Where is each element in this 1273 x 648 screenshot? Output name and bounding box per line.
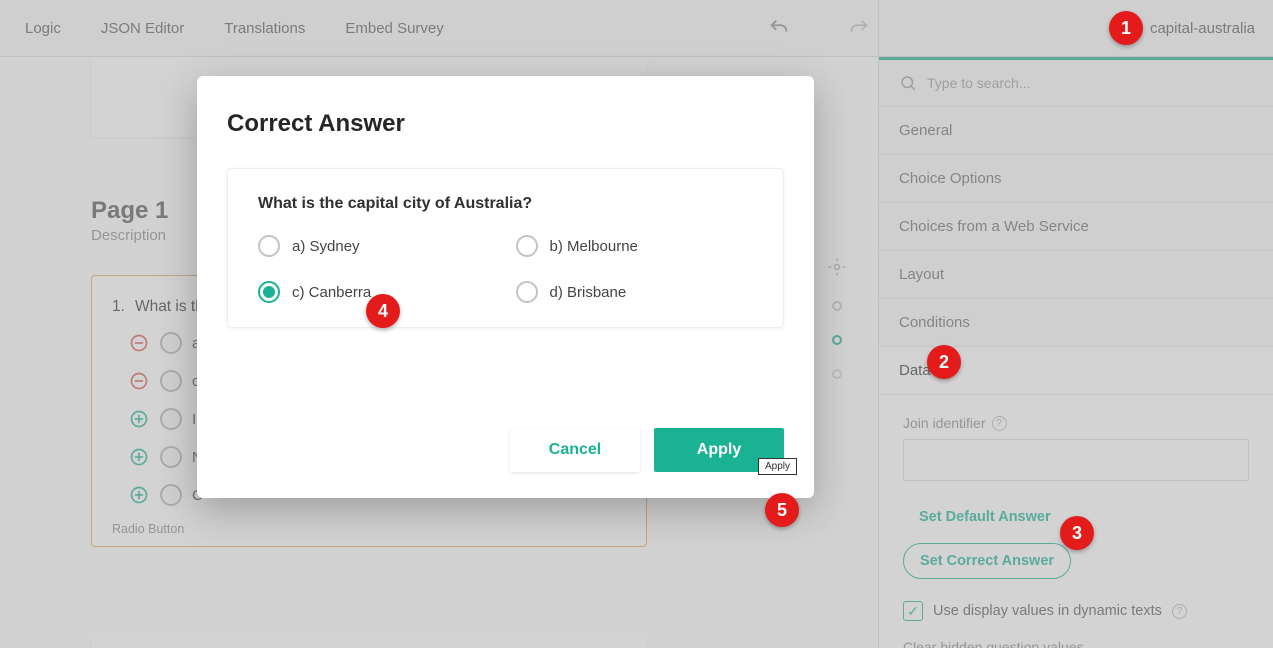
callout-badge-1: 1 [1109, 11, 1143, 45]
callout-badge-5: 5 [765, 493, 799, 527]
dialog-title: Correct Answer [227, 110, 784, 138]
modal-backdrop-right [878, 0, 1273, 648]
tooltip-apply: Apply [758, 458, 797, 475]
correct-answer-dialog: Correct Answer What is the capital city … [197, 76, 814, 498]
answer-option-b[interactable]: b) Melbourne [516, 235, 754, 257]
callout-badge-2: 2 [927, 345, 961, 379]
answer-option-label: b) Melbourne [550, 238, 638, 255]
radio-icon[interactable] [516, 235, 538, 257]
answer-option-a[interactable]: a) Sydney [258, 235, 496, 257]
callout-badge-4: 4 [366, 294, 400, 328]
cancel-button[interactable]: Cancel [510, 428, 640, 472]
answer-option-label: a) Sydney [292, 238, 360, 255]
answer-option-d[interactable]: d) Brisbane [516, 281, 754, 303]
radio-icon[interactable] [516, 281, 538, 303]
answer-option-label: d) Brisbane [550, 284, 627, 301]
callout-badge-3: 3 [1060, 516, 1094, 550]
answer-option-label: c) Canberra [292, 284, 371, 301]
radio-icon-selected[interactable] [258, 281, 280, 303]
dialog-question-text: What is the capital city of Australia? [258, 195, 753, 213]
radio-icon[interactable] [258, 235, 280, 257]
